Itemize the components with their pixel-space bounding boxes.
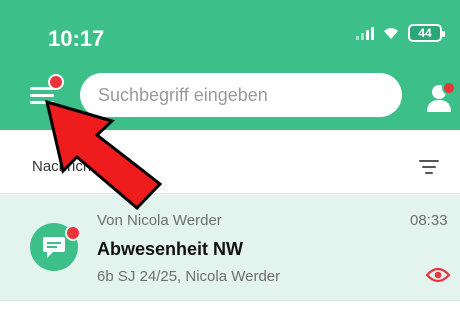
unread-dot [65, 225, 81, 241]
message-recipients: 6b SJ 24/25, Nicola Werder [97, 268, 281, 285]
message-time: 08:33 [410, 212, 448, 229]
battery-icon: 44 [408, 24, 445, 42]
app-header: 10:17 44 Suchbegriff eingeben [0, 0, 460, 130]
wifi-icon [384, 28, 398, 39]
status-time: 10:17 [48, 26, 105, 51]
messages-toolbar: Nachrichten [0, 130, 460, 194]
message-list-item[interactable] [0, 302, 460, 320]
menu-notification-dot [48, 74, 64, 90]
filter-icon[interactable] [417, 156, 441, 176]
profile-icon[interactable] [425, 80, 459, 114]
message-sender: Von Nicola Werder [97, 212, 222, 229]
search-input[interactable]: Suchbegriff eingeben [80, 73, 402, 117]
eye-icon [426, 267, 450, 283]
message-subject: Abwesenheit NW [97, 239, 244, 259]
battery-level: 44 [418, 26, 432, 40]
search-placeholder: Suchbegriff eingeben [98, 84, 268, 105]
message-list-item[interactable]: Von Nicola Werder 08:33 Abwesenheit NW 6… [0, 195, 460, 301]
section-title: Nachrichten [32, 158, 113, 175]
status-icons: 44 [356, 24, 445, 42]
signal-icon [356, 26, 374, 40]
